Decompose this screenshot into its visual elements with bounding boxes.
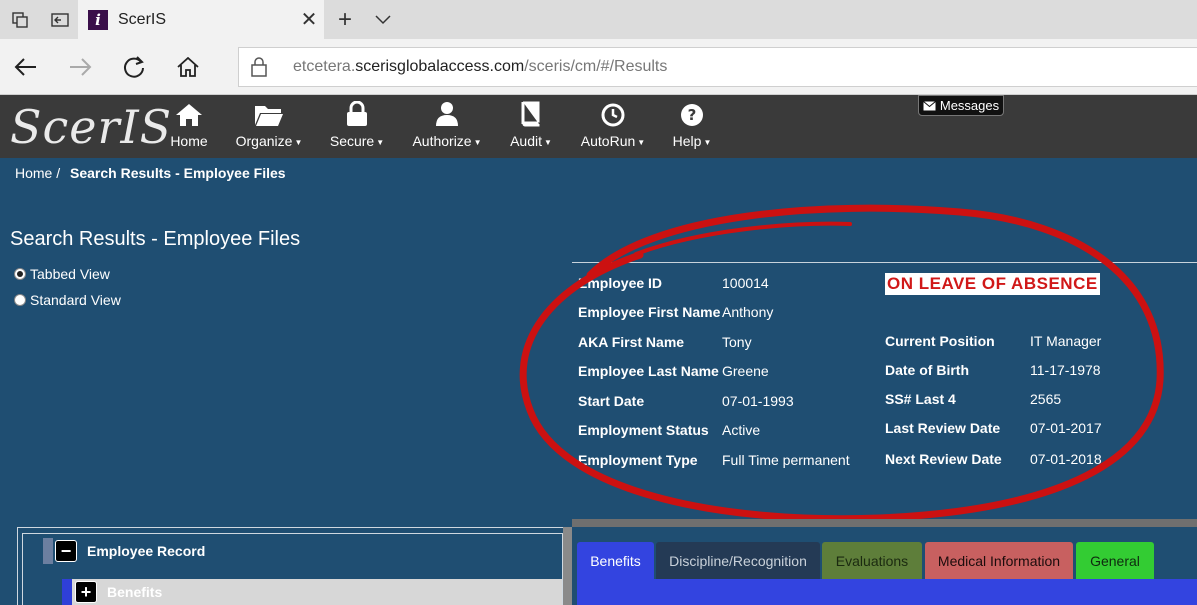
menu-secure[interactable]: Secure ▼ bbox=[328, 95, 386, 158]
tab-evaluations[interactable]: Evaluations bbox=[822, 542, 922, 579]
tree-item-label: Employee Record bbox=[87, 543, 206, 559]
messages-label: Messages bbox=[939, 98, 1000, 113]
tab-preview-icon[interactable] bbox=[42, 0, 78, 39]
field-label: Start Date bbox=[578, 393, 645, 409]
clock-icon bbox=[601, 103, 625, 127]
folder-icon bbox=[255, 106, 283, 126]
menu-label: AutoRun ▼ bbox=[580, 133, 646, 149]
lock-icon bbox=[347, 101, 367, 126]
field-value: IT Manager bbox=[1030, 333, 1102, 349]
breadcrumb: Home / Search Results - Employee Files bbox=[15, 165, 286, 181]
menu-autorun[interactable]: AutoRun ▼ bbox=[578, 95, 648, 158]
tree-indent-marker bbox=[62, 579, 72, 605]
home-icon bbox=[176, 104, 202, 126]
field-label: Date of Birth bbox=[885, 362, 969, 378]
tab-sets-icon[interactable] bbox=[2, 0, 38, 39]
menu-label: Home bbox=[170, 133, 208, 149]
book-icon bbox=[521, 101, 540, 127]
address-bar[interactable]: etcetera.scerisglobalaccess.com/sceris/c… bbox=[238, 47, 1197, 87]
leave-status-badge: ON LEAVE OF ABSENCE bbox=[885, 273, 1100, 295]
page-title: Search Results - Employee Files bbox=[10, 228, 301, 250]
field-label: Employee Last Name bbox=[578, 363, 719, 379]
radio-label: Tabbed View bbox=[30, 266, 110, 282]
panel-divider bbox=[572, 519, 1197, 527]
field-value: Greene bbox=[722, 363, 769, 379]
field-label: Next Review Date bbox=[885, 451, 1002, 467]
tree-indent-marker bbox=[43, 538, 53, 564]
app-header: ScerIS Home Organize ▼ Secure ▼ Authorize ▼… bbox=[0, 95, 1197, 158]
menu-label: Authorize ▼ bbox=[412, 133, 482, 149]
field-label: Employee First Name bbox=[578, 304, 721, 320]
info-divider bbox=[572, 262, 1197, 263]
forward-arrow-icon[interactable] bbox=[60, 47, 100, 87]
field-label: Current Position bbox=[885, 333, 995, 349]
field-value: 2565 bbox=[1030, 391, 1062, 407]
field-label: Employment Type bbox=[578, 452, 698, 468]
field-value: 07-01-2017 bbox=[1030, 420, 1102, 436]
radio-unselected[interactable] bbox=[14, 294, 26, 306]
field-value: Full Time permanent bbox=[722, 452, 850, 468]
help-icon: ? bbox=[681, 104, 703, 126]
sceris-logo[interactable]: ScerIS bbox=[10, 95, 172, 158]
field-label: Employment Status bbox=[578, 422, 709, 438]
menu-organize[interactable]: Organize ▼ bbox=[234, 95, 304, 158]
breadcrumb-home[interactable]: Home / bbox=[15, 165, 60, 181]
menu-help[interactable]: ? Help ▼ bbox=[670, 95, 714, 158]
browser-nav-bar: etcetera.scerisglobalaccess.com/sceris/c… bbox=[0, 39, 1197, 95]
tab-title: ScerIS bbox=[118, 10, 167, 28]
radio-selected[interactable] bbox=[14, 268, 26, 280]
menu-label: Organize ▼ bbox=[235, 133, 303, 149]
chevron-down-icon[interactable] bbox=[368, 0, 398, 39]
field-label: Last Review Date bbox=[885, 420, 1001, 436]
collapse-icon[interactable]: − bbox=[55, 540, 77, 562]
menu-authorize[interactable]: Authorize ▼ bbox=[410, 95, 484, 158]
radio-label: Standard View bbox=[30, 292, 121, 308]
standard-view-option[interactable]: Standard View bbox=[14, 292, 121, 308]
menu-label: Secure ▼ bbox=[329, 133, 385, 149]
tree-item-label: Benefits bbox=[107, 584, 163, 600]
new-tab-icon[interactable]: + bbox=[330, 0, 360, 39]
close-icon[interactable]: ✕ bbox=[294, 7, 324, 32]
user-icon bbox=[436, 102, 458, 126]
tab-discipline-recognition[interactable]: Discipline/Recognition bbox=[656, 542, 820, 579]
menu-audit[interactable]: Audit ▼ bbox=[508, 95, 554, 158]
breadcrumb-current: Search Results - Employee Files bbox=[70, 165, 286, 181]
tab-general[interactable]: General bbox=[1076, 542, 1154, 579]
tab-medical-information[interactable]: Medical Information bbox=[925, 542, 1073, 579]
field-value: 07-01-2018 bbox=[1030, 451, 1102, 467]
field-value: Tony bbox=[722, 334, 752, 350]
messages-button[interactable]: Messages bbox=[918, 95, 1004, 116]
browser-tab-bar: i ScerIS ✕ + bbox=[0, 0, 1197, 39]
field-label: Employee ID bbox=[578, 275, 663, 291]
lock-icon bbox=[239, 57, 279, 77]
menu-label: Help ▼ bbox=[672, 133, 712, 149]
tab-content bbox=[577, 579, 1197, 605]
tabbed-view-option[interactable]: Tabbed View bbox=[14, 266, 110, 282]
tree-item-employee-record[interactable]: − Employee Record bbox=[55, 538, 205, 564]
menu-label: Audit ▼ bbox=[510, 133, 552, 149]
tree-item-benefits[interactable]: + Benefits bbox=[75, 580, 162, 604]
browser-tab[interactable]: i ScerIS ✕ bbox=[78, 0, 324, 39]
back-arrow-icon[interactable] bbox=[6, 47, 46, 87]
tree-scrollbar[interactable] bbox=[563, 527, 572, 605]
field-value: Active bbox=[722, 422, 761, 438]
svg-text:?: ? bbox=[688, 106, 697, 124]
field-value: 100014 bbox=[722, 275, 769, 291]
menu-home[interactable]: Home bbox=[168, 95, 210, 158]
field-value: Anthony bbox=[722, 304, 774, 320]
sceris-favicon-icon: i bbox=[88, 9, 108, 30]
refresh-icon[interactable] bbox=[114, 47, 154, 87]
envelope-icon bbox=[923, 100, 936, 110]
expand-icon[interactable]: + bbox=[75, 581, 97, 603]
field-label: SS# Last 4 bbox=[885, 391, 956, 407]
field-value: 11-17-1978 bbox=[1030, 362, 1101, 378]
field-label: AKA First Name bbox=[578, 334, 685, 350]
field-value: 07-01-1993 bbox=[722, 393, 794, 409]
home-nav-icon[interactable] bbox=[168, 47, 208, 87]
url-text: etcetera.scerisglobalaccess.com/sceris/c… bbox=[293, 58, 668, 75]
tab-benefits[interactable]: Benefits bbox=[577, 542, 654, 579]
